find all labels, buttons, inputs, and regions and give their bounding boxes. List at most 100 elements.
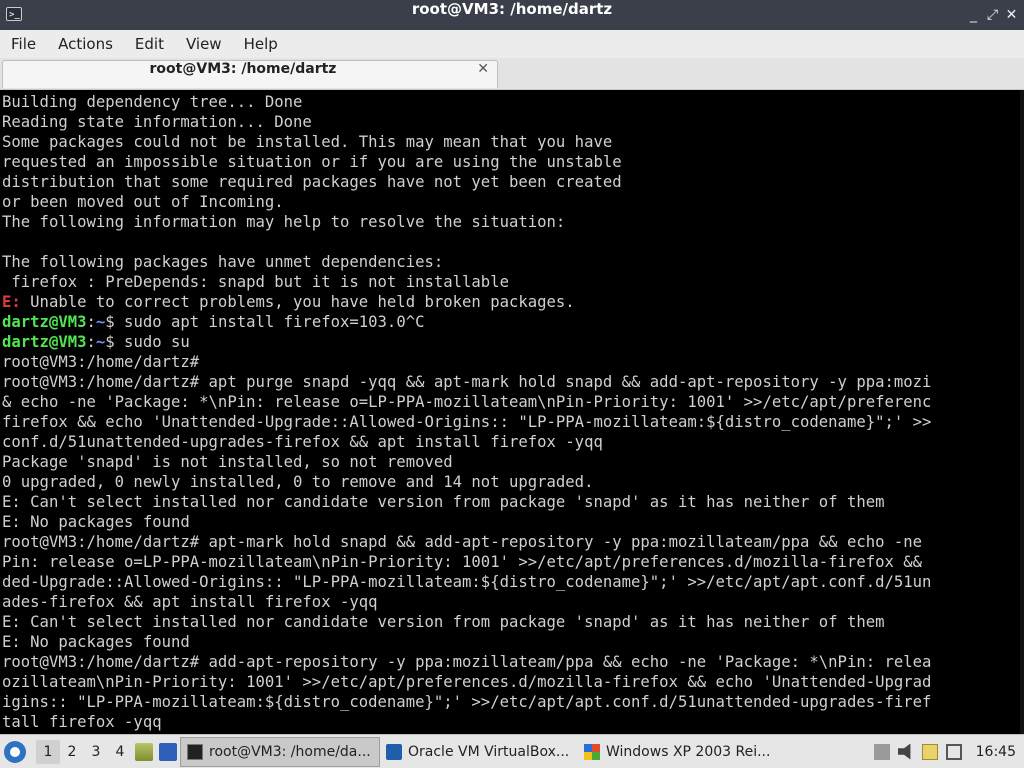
terminal-line: firefox : PreDepends: snapd but it is no… [2,272,931,292]
terminal-output[interactable]: Building dependency tree... Done Reading … [0,90,1024,734]
terminal-segment: E: Can't select installed nor candidate … [2,493,885,511]
network-icon[interactable] [873,743,890,760]
windows-xp-icon [584,743,600,760]
terminal-line: E: Can't select installed nor candidate … [2,612,931,632]
terminal-line: firefox && echo 'Unattended-Upgrade::All… [2,412,931,432]
terminal-segment: Package 'snapd' is not installed, so not… [2,453,453,471]
tab-label: root@VM3: /home/dartz [149,61,337,77]
terminal-segment: conf.d/51unattended-upgrades-firefox && … [2,433,603,451]
terminal-segment: Reading state information... Done [2,113,312,131]
workspace-3-button[interactable]: 3 [84,740,108,764]
taskbar-task-terminal[interactable]: root@VM3: /home/da... [180,736,380,767]
terminal-segment: ozillateam\nPin-Priority: 1001' >>/etc/a… [2,673,932,691]
maximize-button[interactable]: ⤢ [984,5,1001,25]
terminal-line: root@VM3:/home/dartz# apt purge snapd -y… [2,372,931,392]
terminal-segment: root@VM3:/home/dartz# add-apt-repository… [2,653,932,671]
task-label: Windows XP 2003 Rei... [606,743,771,760]
terminal-line: E: Can't select installed nor candidate … [2,492,931,512]
terminal-segment: E: No packages found [2,513,190,531]
tab-bar: root@VM3: /home/dartz ✕ [0,58,1024,90]
terminal-segment: dartz@VM3 [2,313,87,331]
display-icon[interactable] [945,743,962,760]
terminal-line: The following information may help to re… [2,212,931,232]
terminal-segment: $ sudo su [105,333,190,351]
terminal-line: igins:: "LP-PPA-mozillateam:${distro_cod… [2,692,931,712]
terminal-segment: E: No packages found [2,633,190,651]
terminal-segment: tall firefox -yqq [2,713,162,731]
terminal-segment: 0 upgraded, 0 newly installed, 0 to remo… [2,473,594,491]
terminal-line: E: No packages found [2,632,931,652]
terminal-segment: root@VM3:/home/dartz# apt purge snapd -y… [2,373,932,391]
terminal-segment: ades-firefox && apt install firefox -yqq [2,593,378,611]
task-label: Oracle VM VirtualBox... [408,743,570,760]
terminal-tab[interactable]: root@VM3: /home/dartz ✕ [2,60,498,88]
show-desktop-icon[interactable] [159,742,177,761]
workspace-1-button[interactable]: 1 [36,739,60,764]
window-controls: _ ⤢ ✕ [965,0,1020,30]
terminal-segment: root@VM3:/home/dartz# apt-mark hold snap… [2,533,923,551]
minimize-button[interactable]: _ [965,5,982,25]
terminal-segment: Some packages could not be installed. Th… [2,133,613,151]
terminal-segment: E: Can't select installed nor candidate … [2,613,885,631]
workspace-2-button[interactable]: 2 [60,740,84,764]
terminal-line: Reading state information... Done [2,112,931,132]
terminal-segment: dartz@VM3 [2,333,87,351]
clock[interactable]: 16:45 [976,744,1016,760]
close-button[interactable]: ✕ [1003,5,1020,25]
menu-file[interactable]: File [0,31,47,57]
terminal-line: or been moved out of Incoming. [2,192,931,212]
taskbar-task-windows-xp[interactable]: Windows XP 2003 Rei... [578,737,778,767]
terminal-segment: ded-Upgrade::Allowed-Origins:: "LP-PPA-m… [2,573,932,591]
terminal-line: root@VM3:/home/dartz# add-apt-repository… [2,652,931,672]
terminal-line: ades-firefox && apt install firefox -yqq [2,592,931,612]
terminal-line: Some packages could not be installed. Th… [2,132,931,152]
terminal-segment: The following packages have unmet depend… [2,253,444,271]
volume-icon[interactable] [897,743,911,760]
terminal-segment: : [86,333,96,351]
terminal-line: ded-Upgrade::Allowed-Origins:: "LP-PPA-m… [2,572,931,592]
task-label: root@VM3: /home/da... [209,743,371,760]
terminal-icon [187,743,203,760]
taskbar: 1 2 3 4 root@VM3: /home/da... Oracle VM … [0,734,1024,768]
terminal-segment: requested an impossible situation or if … [2,153,622,171]
terminal-segment: igins:: "LP-PPA-mozillateam:${distro_cod… [2,693,932,711]
taskbar-task-virtualbox[interactable]: Oracle VM VirtualBox... [380,737,578,767]
terminal-line: Pin: release o=LP-PPA-mozillateam\nPin-P… [2,552,931,572]
menu-actions[interactable]: Actions [47,31,124,57]
terminal-segment: Building dependency tree... Done [2,93,303,111]
menu-bar: File Actions Edit View Help [0,30,1024,58]
terminal-line: distribution that some required packages… [2,172,931,192]
terminal-segment: distribution that some required packages… [2,173,622,191]
menu-edit[interactable]: Edit [124,31,175,57]
terminal-line: Package 'snapd' is not installed, so not… [2,452,931,472]
window-title: root@VM3: /home/dartz [411,0,613,18]
terminal-line: The following packages have unmet depend… [2,252,931,272]
terminal-scrollbar[interactable] [1020,90,1024,734]
terminal-segment: firefox && echo 'Unattended-Upgrade::All… [2,413,932,431]
terminal-segment: & echo -ne 'Package: *\nPin: release o=L… [2,393,932,411]
terminal-line: E: Unable to correct problems, you have … [2,292,931,312]
terminal-segment: $ sudo apt install firefox=103.0^C [105,313,425,331]
terminal-segment: or been moved out of Incoming. [2,193,284,211]
start-menu-icon[interactable] [4,740,26,763]
terminal-line: root@VM3:/home/dartz# [2,352,931,372]
terminal-line: ozillateam\nPin-Priority: 1001' >>/etc/a… [2,672,931,692]
workspace-4-button[interactable]: 4 [108,740,132,764]
terminal-line: conf.d/51unattended-upgrades-firefox && … [2,432,931,452]
menu-view[interactable]: View [175,31,233,57]
terminal-line: dartz@VM3:~$ sudo su [2,332,931,352]
terminal-line: E: No packages found [2,512,931,532]
virtualbox-icon [386,743,402,760]
terminal-line: 0 upgraded, 0 newly installed, 0 to remo… [2,472,931,492]
terminal-segment: E: [2,293,21,311]
tab-close-icon[interactable]: ✕ [477,61,489,77]
terminal-segment: The following information may help to re… [2,213,566,231]
terminal-segment: : [86,313,96,331]
clipboard-icon[interactable] [921,743,938,760]
terminal-segment: root@VM3:/home/dartz# [2,353,200,371]
file-manager-icon[interactable] [135,742,153,761]
terminal-line: & echo -ne 'Package: *\nPin: release o=L… [2,392,931,412]
terminal-segment: Pin: release o=LP-PPA-mozillateam\nPin-P… [2,553,923,571]
menu-help[interactable]: Help [233,31,289,57]
